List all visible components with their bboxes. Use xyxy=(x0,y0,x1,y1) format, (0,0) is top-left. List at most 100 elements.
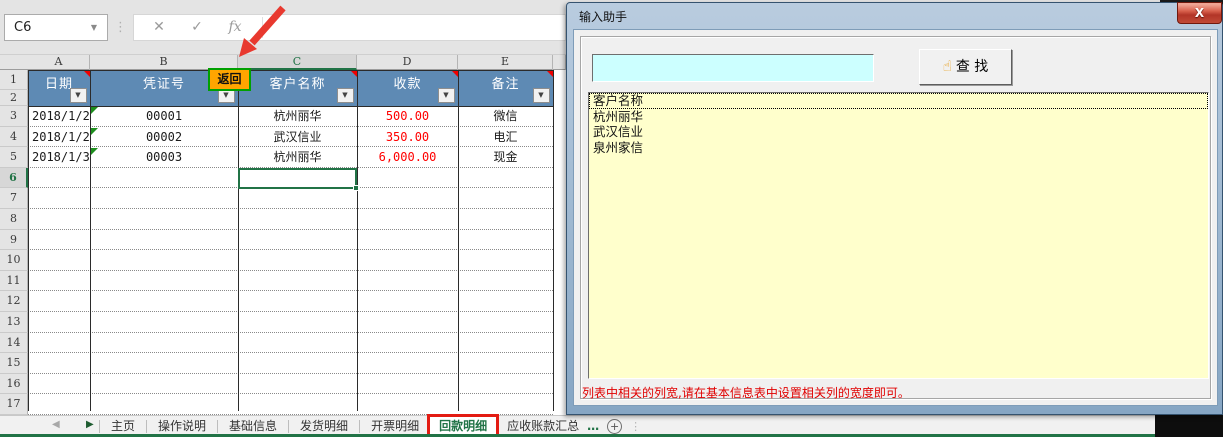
insert-function-icon[interactable]: fx xyxy=(218,15,252,40)
table-border xyxy=(238,70,239,411)
cell-amount[interactable]: 350.00 xyxy=(357,127,458,148)
dialog-close-button[interactable]: X xyxy=(1177,2,1222,24)
table-border xyxy=(553,70,554,411)
comment-indicator-icon xyxy=(546,70,553,77)
table-header-customer: 客户名称 ▼ xyxy=(238,70,357,106)
cell-voucher[interactable]: 00003 xyxy=(90,147,238,168)
row-headers: 1 2 3 4 5 6 7 8 9 10 11 12 13 14 15 16 17 xyxy=(0,70,28,415)
tab-separator xyxy=(146,419,148,433)
row-header[interactable]: 5 xyxy=(0,147,28,168)
cell-voucher[interactable]: 00001 xyxy=(90,106,238,127)
find-button-label: 查 找 xyxy=(955,59,989,75)
error-indicator-icon xyxy=(91,107,98,114)
cell-voucher[interactable]: 00002 xyxy=(90,127,238,148)
list-item[interactable]: 武汉信业 xyxy=(589,124,1208,140)
cell-customer[interactable]: 杭州丽华 xyxy=(238,147,357,168)
dialog-body: ☝ 查 找 客户名称 杭州丽华 武汉信业 泉州家信 列表中相关的列宽,请在基本信息表中设… xyxy=(573,29,1218,406)
cell-amount[interactable]: 500.00 xyxy=(357,106,458,127)
sheet-tab-basic-info[interactable]: 基础信息 xyxy=(219,416,287,436)
row-header[interactable]: 6 xyxy=(0,167,28,189)
row-header[interactable]: 1 xyxy=(0,70,28,90)
sheet-tab-home[interactable]: 主页 xyxy=(101,416,145,436)
pointing-hand-icon: ☝ xyxy=(942,57,952,75)
sheet-tab-receivables-summary[interactable]: 应收账款汇总 xyxy=(497,416,585,436)
table-header-note: 备注 ▼ xyxy=(458,70,553,106)
cell-customer[interactable]: 武汉信业 xyxy=(238,127,357,148)
column-headers: A B C D E xyxy=(0,55,566,70)
dialog-note-text: 列表中相关的列宽,请在基本信息表中设置相关列的宽度即可。 xyxy=(582,386,910,400)
filter-button-customer[interactable]: ▼ xyxy=(337,88,354,103)
tab-separator xyxy=(217,419,219,433)
assistant-list-box[interactable]: 客户名称 杭州丽华 武汉信业 泉州家信 xyxy=(588,92,1209,379)
dialog-title: 输入助手 xyxy=(579,10,628,24)
sheet-tab-shipping-detail[interactable]: 发货明细 xyxy=(290,416,358,436)
cell-note[interactable]: 电汇 xyxy=(458,127,553,148)
sheet-tab-invoice-detail[interactable]: 开票明细 xyxy=(361,416,429,436)
list-item[interactable]: 杭州丽华 xyxy=(589,109,1208,125)
find-button[interactable]: ☝ 查 找 xyxy=(919,49,1012,85)
cell-amount[interactable]: 6,000.00 xyxy=(357,147,458,168)
tab-scroll-right-icon[interactable]: ▶ xyxy=(86,419,94,430)
formula-toolbar: C6 ▼ ⋮ ✕ ✓ fx xyxy=(0,0,566,55)
cancel-icon[interactable]: ✕ xyxy=(142,15,176,40)
list-item[interactable]: 泉州家信 xyxy=(589,140,1208,156)
assistant-search-input[interactable] xyxy=(592,54,874,82)
selected-cell-c6[interactable] xyxy=(238,168,359,191)
cell-note[interactable]: 微信 xyxy=(458,106,553,127)
column-header-c-selected[interactable]: C xyxy=(238,55,357,70)
table-header-amount: 收款 ▼ xyxy=(357,70,458,106)
fill-handle[interactable] xyxy=(353,185,359,191)
table-header-label: 凭证号 xyxy=(142,77,185,92)
cell-date[interactable]: 2018/1/2 xyxy=(28,106,90,127)
table-border xyxy=(90,70,91,411)
error-indicator-icon xyxy=(91,127,98,135)
row-header[interactable]: 15 xyxy=(0,353,28,374)
row-header[interactable]: 4 xyxy=(0,126,28,148)
cell-date[interactable]: 2018/1/2 xyxy=(28,127,90,148)
row-header[interactable]: 9 xyxy=(0,229,28,251)
column-header-e[interactable]: E xyxy=(458,55,553,70)
new-sheet-button[interactable]: + xyxy=(607,418,623,434)
table-border xyxy=(28,106,554,107)
column-header-d[interactable]: D xyxy=(357,55,458,70)
column-header-f-sliver[interactable] xyxy=(553,55,566,70)
table-border xyxy=(28,70,29,411)
row-header[interactable]: 16 xyxy=(0,373,28,395)
name-box-dropdown-icon[interactable]: ▼ xyxy=(85,15,103,40)
sheet-tab-instructions[interactable]: 操作说明 xyxy=(148,416,216,436)
formula-bar-container: ✕ ✓ fx xyxy=(133,14,566,41)
row-header[interactable]: 8 xyxy=(0,208,28,230)
filter-button-date[interactable]: ▼ xyxy=(70,88,87,103)
row-header[interactable]: 3 xyxy=(0,106,28,127)
comment-indicator-icon xyxy=(350,70,357,77)
formula-bar-divider xyxy=(262,17,263,38)
cell-customer[interactable]: 杭州丽华 xyxy=(238,106,357,127)
cell-date[interactable]: 2018/1/3 xyxy=(28,147,90,168)
return-button[interactable]: 返回 xyxy=(208,68,251,91)
table-border xyxy=(28,70,554,71)
enter-icon[interactable]: ✓ xyxy=(180,15,214,40)
tab-scroll-left-icon[interactable]: ◀ xyxy=(52,419,60,430)
row-header[interactable]: 2 xyxy=(0,90,28,106)
filter-button-note[interactable]: ▼ xyxy=(533,88,550,103)
list-item[interactable]: 客户名称 xyxy=(589,93,1208,109)
row-header[interactable]: 14 xyxy=(0,332,28,354)
sheet-tabs: 主页 操作说明 基础信息 发货明细 开票明细 回款明细 应收账款汇总 … + ⋮ xyxy=(98,414,641,437)
row-header[interactable]: 7 xyxy=(0,188,28,209)
table-border xyxy=(357,70,358,411)
table-header-label: 备注 xyxy=(491,77,520,92)
row-header[interactable]: 11 xyxy=(0,270,28,292)
column-header-a[interactable]: A xyxy=(28,55,90,70)
row-header[interactable]: 13 xyxy=(0,311,28,333)
input-assistant-dialog: 输入助手 X ☝ 查 找 客户名称 杭州丽华 武汉信业 泉州家信 列表中相关的列宽,请在… xyxy=(566,2,1223,415)
table-header-label: 收款 xyxy=(393,77,422,92)
cell-note[interactable]: 现金 xyxy=(458,147,553,168)
tab-overflow-ellipsis: … xyxy=(587,419,600,433)
row-header[interactable]: 17 xyxy=(0,394,28,415)
filter-button-amount[interactable]: ▼ xyxy=(438,88,455,103)
sheet-tab-payment-detail-active[interactable]: 回款明细 xyxy=(427,414,500,437)
row-header[interactable]: 10 xyxy=(0,250,28,271)
row-header[interactable]: 12 xyxy=(0,291,28,312)
name-box[interactable]: C6 ▼ xyxy=(4,14,108,41)
table-header-date: 日期 ▼ xyxy=(28,70,90,106)
